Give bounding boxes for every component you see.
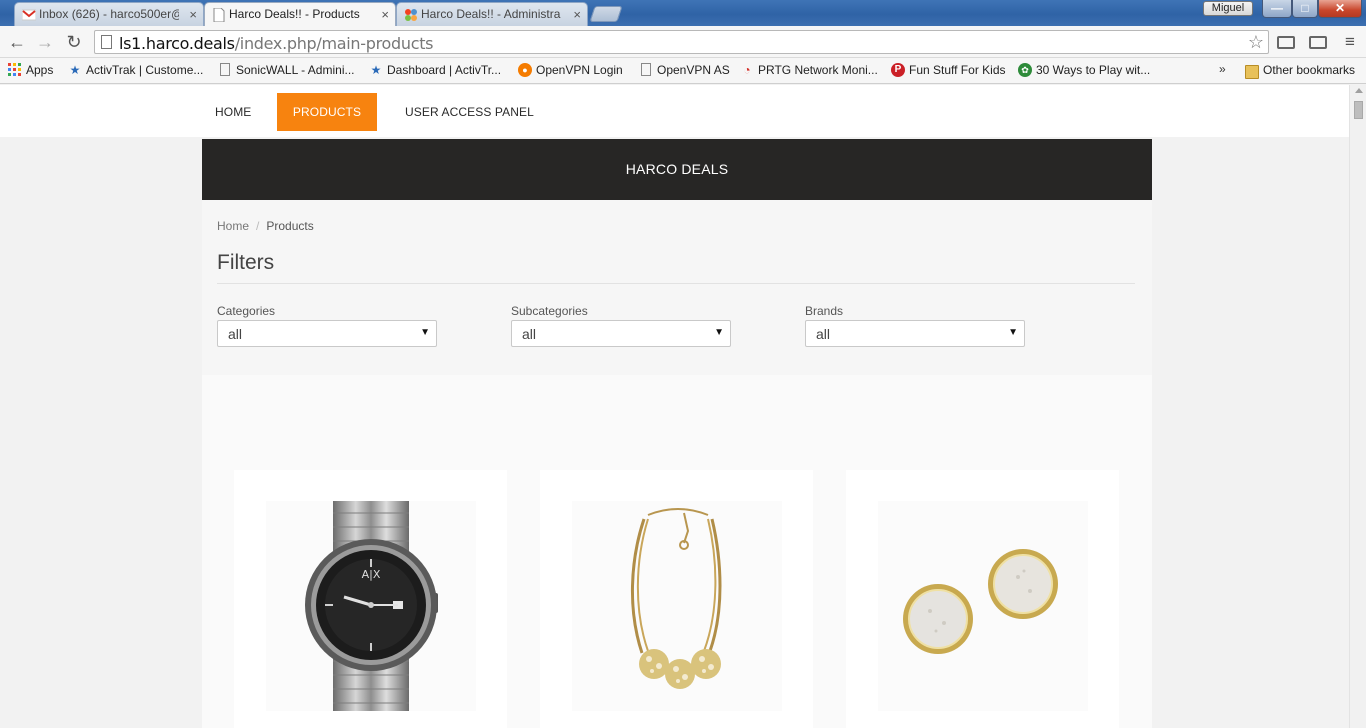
select-value: all bbox=[228, 326, 243, 342]
product-image[interactable] bbox=[572, 501, 782, 711]
filters-heading: Filters bbox=[217, 251, 275, 274]
apps-grid-icon bbox=[8, 63, 21, 76]
pinterest-icon: P bbox=[891, 63, 905, 77]
breadcrumb-home[interactable]: Home bbox=[217, 219, 249, 233]
gmail-icon bbox=[22, 9, 36, 21]
bookmark-openvpn-as[interactable]: OpenVPN AS bbox=[639, 63, 730, 77]
page-icon bbox=[101, 35, 112, 49]
bookmark-apps[interactable]: Apps bbox=[8, 63, 53, 77]
minimize-button[interactable]: — bbox=[1262, 0, 1292, 18]
url-text[interactable]: ls1.harco.deals/index.php/main-products bbox=[119, 34, 434, 53]
stud-earrings-image bbox=[903, 549, 1058, 654]
bookmark-fun-stuff[interactable]: P Fun Stuff For Kids bbox=[891, 63, 1006, 77]
breadcrumb-current: Products bbox=[266, 219, 314, 233]
nav-user-access-panel[interactable]: USER ACCESS PANEL bbox=[405, 105, 534, 119]
dropdown-arrow-icon: ▼ bbox=[1008, 327, 1018, 338]
dropdown-arrow-icon: ▼ bbox=[714, 327, 724, 338]
bookmarks-bar: Apps ★ ActivTrak | Custome... SonicWALL … bbox=[0, 58, 1366, 84]
bookmark-star-icon[interactable]: ☆ bbox=[1248, 31, 1264, 53]
bookmarks-overflow-button[interactable]: » bbox=[1219, 62, 1226, 76]
prtg-icon: ◔ bbox=[743, 63, 751, 77]
site-header: HARCO DEALS bbox=[202, 139, 1152, 200]
leaf-icon: ✿ bbox=[1018, 63, 1032, 77]
scroll-up-arrow-icon[interactable] bbox=[1355, 88, 1363, 93]
tab-inbox[interactable]: Inbox (626) - harco500er@ × bbox=[14, 2, 204, 26]
subcategories-label: Subcategories bbox=[511, 304, 588, 318]
site-brand[interactable]: HARCO DEALS bbox=[202, 161, 1152, 177]
product-card[interactable]: A|X bbox=[234, 470, 507, 728]
select-value: all bbox=[816, 326, 831, 342]
browser-titlebar: Inbox (626) - harco500er@ × Harco Deals!… bbox=[0, 0, 1366, 27]
tab-title: Inbox (626) - harco500er@ bbox=[39, 7, 179, 21]
activtrak-icon: ★ bbox=[370, 63, 382, 77]
page-icon bbox=[213, 8, 225, 22]
maximize-button[interactable]: □ bbox=[1292, 0, 1318, 18]
brands-select[interactable]: all ▼ bbox=[805, 320, 1025, 347]
tab-title: Harco Deals!! - Products bbox=[229, 7, 360, 21]
product-image[interactable]: A|X bbox=[266, 501, 476, 711]
bookmark-activtrak[interactable]: ★ ActivTrak | Custome... bbox=[68, 63, 204, 77]
page-icon bbox=[220, 63, 230, 76]
product-card[interactable] bbox=[540, 470, 813, 728]
cast-icon[interactable] bbox=[1277, 36, 1295, 49]
close-tab-icon[interactable]: × bbox=[381, 3, 389, 26]
page-scrollbar[interactable] bbox=[1349, 85, 1366, 728]
nav-home[interactable]: HOME bbox=[215, 105, 251, 119]
close-tab-icon[interactable]: × bbox=[189, 3, 197, 26]
bookmark-prtg[interactable]: ◔ PRTG Network Moni... bbox=[740, 63, 877, 77]
browser-toolbar: ← → ↻ ls1.harco.deals/index.php/main-pro… bbox=[0, 26, 1366, 58]
scroll-thumb[interactable] bbox=[1354, 101, 1363, 119]
menu-icon[interactable]: ≡ bbox=[1340, 33, 1360, 51]
close-window-button[interactable]: ✕ bbox=[1318, 0, 1362, 18]
categories-label: Categories bbox=[217, 304, 276, 318]
breadcrumb: Home / Products bbox=[217, 219, 314, 233]
dropdown-arrow-icon: ▼ bbox=[420, 327, 430, 338]
product-card[interactable] bbox=[846, 470, 1119, 728]
tab-products[interactable]: Harco Deals!! - Products × bbox=[204, 2, 396, 27]
folder-icon bbox=[1245, 65, 1259, 79]
subcategories-select[interactable]: all ▼ bbox=[511, 320, 731, 347]
svg-text:A|X: A|X bbox=[362, 568, 381, 581]
openvpn-icon: ● bbox=[518, 63, 532, 77]
products-grid: A|X bbox=[202, 375, 1152, 728]
site-navigation: HOME PRODUCTS USER ACCESS PANEL bbox=[0, 85, 1349, 137]
wristwatch-image: A|X bbox=[305, 501, 438, 711]
divider bbox=[217, 283, 1135, 284]
bookmark-sonicwall[interactable]: SonicWALL - Admini... bbox=[218, 63, 355, 77]
forward-arrow-icon[interactable]: → bbox=[34, 31, 56, 53]
product-image[interactable] bbox=[878, 501, 1088, 711]
back-arrow-icon[interactable]: ← bbox=[6, 31, 28, 53]
close-tab-icon[interactable]: × bbox=[573, 3, 581, 26]
joomla-icon bbox=[405, 9, 417, 21]
bookmark-dashboard[interactable]: ★ Dashboard | ActivTr... bbox=[369, 63, 501, 77]
other-bookmarks-folder[interactable]: Other bookmarks bbox=[1245, 63, 1355, 79]
profile-badge[interactable]: Miguel bbox=[1203, 1, 1253, 16]
page-viewport: HOME PRODUCTS USER ACCESS PANEL HARCO DE… bbox=[0, 85, 1349, 728]
activtrak-icon: ★ bbox=[69, 63, 81, 77]
tab-title: Harco Deals!! - Administra bbox=[421, 7, 561, 21]
categories-select[interactable]: all ▼ bbox=[217, 320, 437, 347]
page-icon bbox=[641, 63, 651, 76]
bookmark-openvpn-login[interactable]: ● OpenVPN Login bbox=[518, 63, 623, 77]
necklace-image bbox=[631, 508, 722, 689]
brands-label: Brands bbox=[805, 304, 844, 318]
new-tab-button[interactable] bbox=[589, 6, 623, 22]
reload-icon[interactable]: ↻ bbox=[63, 31, 85, 53]
nav-products[interactable]: PRODUCTS bbox=[277, 93, 377, 131]
cast-icon[interactable] bbox=[1309, 36, 1327, 49]
address-bar[interactable]: ls1.harco.deals/index.php/main-products … bbox=[94, 30, 1269, 54]
breadcrumb-separator: / bbox=[256, 219, 260, 233]
bookmark-30-ways[interactable]: ✿ 30 Ways to Play wit... bbox=[1018, 63, 1150, 77]
tab-administration[interactable]: Harco Deals!! - Administra × bbox=[396, 2, 588, 26]
select-value: all bbox=[522, 326, 537, 342]
